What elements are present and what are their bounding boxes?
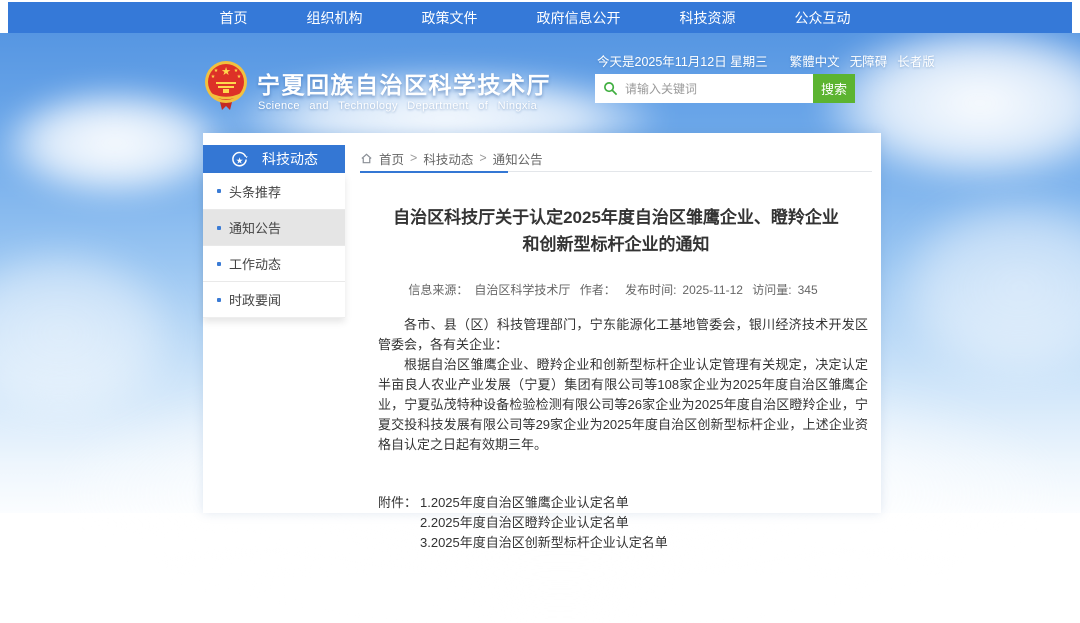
site-subtitle: Science and Technology Department of Nin… bbox=[258, 100, 537, 112]
attachment-link-eagle-list[interactable]: 1.2025年度自治区雏鹰企业认定名单 bbox=[420, 493, 668, 513]
top-navigation-bar: 首页 组织机构 政策文件 政府信息公开 科技资源 公众互动 bbox=[8, 2, 1072, 33]
meta-views-label: 访问量: bbox=[752, 283, 791, 297]
svg-text:★: ★ bbox=[221, 66, 231, 78]
article-title-line1: 自治区科技厅关于认定2025年度自治区雏鹰企业、瞪羚企业 bbox=[360, 204, 872, 231]
attachments-block: 附件： 1.2025年度自治区雏鹰企业认定名单 2.2025年度自治区瞪羚企业认… bbox=[360, 493, 872, 553]
attachments-list: 1.2025年度自治区雏鹰企业认定名单 2.2025年度自治区瞪羚企业认定名单 … bbox=[420, 493, 668, 553]
article-paragraph: 根据自治区雏鹰企业、瞪羚企业和创新型标杆企业认定管理有关规定，决定认定半亩良人农… bbox=[378, 355, 868, 455]
site-logo-link[interactable]: ★ ★ ★ ★ ★ bbox=[203, 60, 249, 112]
article-paragraph: 各市、县（区）科技管理部门，宁东能源化工基地管委会，银川经济技术开发区管委会，各… bbox=[378, 315, 868, 355]
breadcrumb-home[interactable]: 首页 bbox=[379, 149, 404, 168]
sidebar: ★ 科技动态 头条推荐 通知公告 工作动态 时政要闻 bbox=[203, 145, 345, 318]
breadcrumb-sci-tech-news[interactable]: 科技动态 bbox=[423, 149, 473, 168]
site-title: 宁夏回族自治区科学技术厅 bbox=[257, 66, 551, 100]
attachments-label: 附件： bbox=[378, 493, 420, 553]
meta-views: 345 bbox=[798, 283, 818, 297]
nav-item-gov-info-disclosure[interactable]: 政府信息公开 bbox=[537, 8, 621, 28]
article-title-line2: 和创新型标杆企业的通知 bbox=[360, 231, 872, 258]
star-circle-icon: ★ bbox=[231, 151, 248, 168]
sidebar-item-current-politics[interactable]: 时政要闻 bbox=[203, 281, 345, 317]
cloud bbox=[0, 88, 230, 198]
nav-item-policy-documents[interactable]: 政策文件 bbox=[422, 8, 478, 28]
nav-item-home[interactable]: 首页 bbox=[220, 8, 248, 28]
nav-item-public-interaction[interactable]: 公众互动 bbox=[795, 8, 851, 28]
attachment-link-benchmark-list[interactable]: 3.2025年度自治区创新型标杆企业认定名单 bbox=[420, 533, 668, 553]
article-body: 各市、县（区）科技管理部门，宁东能源化工基地管委会，银川经济技术开发区管委会，各… bbox=[360, 315, 872, 455]
sidebar-item-work-updates[interactable]: 工作动态 bbox=[203, 245, 345, 281]
home-icon bbox=[360, 152, 373, 165]
article-meta: 信息来源： 自治区科学技术厅 作者： 发布时间: 2025-11-12 访问量: 34… bbox=[360, 281, 872, 298]
elderly-version-link[interactable]: 长者版 bbox=[897, 51, 935, 70]
sidebar-item-headlines[interactable]: 头条推荐 bbox=[203, 173, 345, 209]
search-button[interactable]: 搜索 bbox=[813, 74, 855, 103]
attachment-link-gazelle-list[interactable]: 2.2025年度自治区瞪羚企业认定名单 bbox=[420, 513, 668, 533]
cloud bbox=[0, 243, 180, 423]
breadcrumb-separator: > bbox=[479, 151, 486, 165]
meta-author-label: 作者： bbox=[580, 283, 616, 297]
sidebar-title: 科技动态 bbox=[262, 149, 318, 169]
breadcrumb: 首页 > 科技动态 > 通知公告 bbox=[360, 145, 872, 172]
header-utility-row: 今天是2025年11月12日 星期三 繁體中文 无障碍 长者版 bbox=[597, 51, 872, 70]
breadcrumb-notices[interactable]: 通知公告 bbox=[493, 149, 543, 168]
meta-time: 2025-11-12 bbox=[682, 283, 743, 297]
search-input[interactable] bbox=[595, 74, 813, 103]
article-title: 自治区科技厅关于认定2025年度自治区雏鹰企业、瞪羚企业 和创新型标杆企业的通知 bbox=[360, 204, 872, 258]
nav-item-organization[interactable]: 组织机构 bbox=[307, 8, 363, 28]
national-emblem-icon: ★ ★ ★ ★ ★ bbox=[203, 60, 249, 112]
sidebar-item-notices[interactable]: 通知公告 bbox=[203, 209, 345, 245]
traditional-chinese-link[interactable]: 繁體中文 bbox=[790, 51, 840, 70]
nav-item-sci-tech-resources[interactable]: 科技资源 bbox=[680, 8, 736, 28]
sidebar-menu: 头条推荐 通知公告 工作动态 时政要闻 bbox=[203, 173, 345, 318]
sidebar-header: ★ 科技动态 bbox=[203, 145, 345, 173]
cloud bbox=[890, 193, 1080, 383]
current-date: 今天是2025年11月12日 星期三 bbox=[597, 51, 768, 70]
site-search: 搜索 bbox=[595, 74, 855, 103]
svg-text:★: ★ bbox=[237, 74, 242, 80]
meta-source-label: 信息来源： bbox=[408, 283, 468, 297]
accessibility-link[interactable]: 无障碍 bbox=[850, 51, 888, 70]
main-column: 首页 > 科技动态 > 通知公告 自治区科技厅关于认定2025年度自治区雏鹰企业… bbox=[360, 145, 872, 553]
svg-text:★: ★ bbox=[236, 155, 244, 165]
svg-text:★: ★ bbox=[211, 74, 216, 80]
meta-time-label: 发布时间: bbox=[625, 283, 676, 297]
content-wrapper: ★ 科技动态 头条推荐 通知公告 工作动态 时政要闻 首页 > 科技动态 > 通… bbox=[203, 133, 881, 513]
breadcrumb-separator: > bbox=[410, 151, 417, 165]
meta-source: 自治区科学技术厅 bbox=[474, 283, 570, 297]
search-icon bbox=[603, 81, 618, 96]
